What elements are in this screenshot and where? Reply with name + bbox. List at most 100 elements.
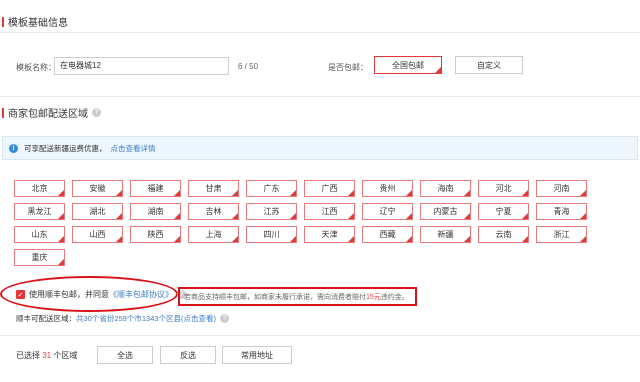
region-label: 北京	[31, 184, 48, 193]
custom-shipping-button[interactable]: 自定义	[455, 56, 523, 74]
selected-corner-icon	[232, 236, 238, 242]
selected-corner-icon	[435, 67, 441, 73]
selected-count-value: 31	[42, 351, 52, 360]
selected-corner-icon	[348, 236, 354, 242]
question-circle-icon[interactable]: ?	[92, 108, 101, 117]
sf-agreement-row: ✓ 使用顺丰包邮，并同意 《顺丰包邮协议》 ?	[16, 289, 186, 300]
selected-corner-icon	[406, 213, 412, 219]
region-button[interactable]: 辽宁	[362, 203, 413, 220]
selected-corner-icon	[522, 236, 528, 242]
region-button[interactable]: 湖北	[72, 203, 123, 220]
sf-agreement-link[interactable]: 《顺丰包邮协议》	[109, 289, 173, 300]
region-label: 山东	[31, 230, 48, 239]
question-circle-icon[interactable]: ?	[220, 314, 230, 323]
region-button[interactable]: 山西	[72, 226, 123, 243]
region-button[interactable]: 四川	[246, 226, 297, 243]
region-button[interactable]: 安徽	[72, 180, 123, 197]
selected-corner-icon	[580, 190, 586, 196]
nationwide-free-shipping-button[interactable]: 全国包邮	[374, 56, 442, 74]
region-button[interactable]: 湖南	[130, 203, 181, 220]
select-all-button[interactable]: 全选	[97, 346, 153, 364]
region-label: 西藏	[379, 230, 396, 239]
title-accent-bar	[2, 107, 4, 118]
selected-corner-icon	[232, 213, 238, 219]
region-label: 河南	[553, 184, 570, 193]
region-label: 内蒙古	[433, 207, 458, 216]
region-button[interactable]: 浙江	[536, 226, 587, 243]
region-button[interactable]: 广东	[246, 180, 297, 197]
compensation-warning: 若商品支持顺丰包邮，如商家未履行承诺，需向消费者赔付 15元 违约金。	[178, 287, 417, 306]
selected-corner-icon	[406, 236, 412, 242]
region-button[interactable]: 河南	[536, 180, 587, 197]
selected-count: 已选择 31 个区域	[16, 350, 77, 361]
selected-corner-icon	[116, 190, 122, 196]
selected-corner-icon	[464, 190, 470, 196]
selected-corner-icon	[58, 259, 64, 265]
info-banner-text: 可享配送新疆运费优惠，	[24, 143, 107, 153]
custom-shipping-label: 自定义	[477, 60, 501, 70]
region-label: 甘肃	[205, 184, 222, 193]
region-button[interactable]: 天津	[304, 226, 355, 243]
delivery-area-title: 商家包邮配送区域 ?	[2, 105, 101, 120]
region-button[interactable]: 宁夏	[478, 203, 529, 220]
basic-info-title-text: 模板基础信息	[8, 18, 68, 29]
selected-corner-icon	[290, 190, 296, 196]
region-button[interactable]: 北京	[14, 180, 65, 197]
region-button[interactable]: 广西	[304, 180, 355, 197]
region-button[interactable]: 上海	[188, 226, 239, 243]
region-label: 青海	[553, 207, 570, 216]
region-label: 四川	[263, 230, 280, 239]
selected-corner-icon	[116, 213, 122, 219]
region-button[interactable]: 福建	[130, 180, 181, 197]
region-label: 云南	[495, 230, 512, 239]
region-button[interactable]: 江苏	[246, 203, 297, 220]
region-label: 贵州	[379, 184, 396, 193]
region-label: 广西	[321, 184, 338, 193]
selected-corner-icon	[464, 236, 470, 242]
region-button[interactable]: 新疆	[420, 226, 471, 243]
region-button[interactable]: 河北	[478, 180, 529, 197]
region-button[interactable]: 陕西	[130, 226, 181, 243]
region-label: 河北	[495, 184, 512, 193]
region-grid: 北京 安徽 福建 甘肃 广东 广西 贵州 海南 河北 河南黑龙江 湖北 湖南 吉林 江苏 江西 辽宁 内蒙古 宁夏…	[14, 180, 624, 280]
selected-corner-icon	[348, 190, 354, 196]
common-address-button[interactable]: 常用地址	[222, 346, 292, 364]
region-button[interactable]: 吉林	[188, 203, 239, 220]
region-button[interactable]: 山东	[14, 226, 65, 243]
region-button[interactable]: 甘肃	[188, 180, 239, 197]
basic-info-title: 模板基础信息	[2, 14, 68, 29]
selected-corner-icon	[522, 213, 528, 219]
checkmark-icon[interactable]: ✓	[16, 290, 25, 299]
section-divider	[0, 96, 640, 97]
section-divider	[0, 32, 640, 33]
region-button[interactable]: 重庆	[14, 249, 65, 266]
selected-corner-icon	[580, 213, 586, 219]
region-button[interactable]: 黑龙江	[14, 203, 65, 220]
warning-amount: 15元	[366, 293, 381, 301]
selected-corner-icon	[58, 236, 64, 242]
selected-corner-icon	[522, 190, 528, 196]
view-details-link[interactable]: 点击查看详情	[111, 143, 156, 154]
region-label: 湖南	[147, 207, 164, 216]
sf-coverage-line: 顺丰可配送区域： 共30个省份259个市1343个区县(点击查看) ?	[16, 313, 230, 324]
sf-coverage-link[interactable]: 共30个省份259个市1343个区县(点击查看)	[76, 313, 216, 324]
region-button[interactable]: 江西	[304, 203, 355, 220]
template-name-label: 模板名称：	[16, 63, 56, 72]
selected-corner-icon	[348, 213, 354, 219]
selected-corner-icon	[174, 213, 180, 219]
region-label: 宁夏	[495, 207, 512, 216]
warning-suffix: 违约金。	[380, 293, 409, 301]
invert-selection-button[interactable]: 反选	[160, 346, 216, 364]
region-button[interactable]: 贵州	[362, 180, 413, 197]
region-button[interactable]: 西藏	[362, 226, 413, 243]
selected-corner-icon	[232, 190, 238, 196]
template-name-input[interactable]: 在电器城12	[54, 57, 229, 75]
region-button[interactable]: 内蒙古	[420, 203, 471, 220]
region-button[interactable]: 青海	[536, 203, 587, 220]
region-button[interactable]: 海南	[420, 180, 471, 197]
info-circle-icon: i	[9, 143, 18, 153]
title-accent-bar	[2, 16, 4, 27]
region-button[interactable]: 云南	[478, 226, 529, 243]
region-label: 重庆	[31, 253, 48, 262]
region-label: 天津	[321, 230, 338, 239]
